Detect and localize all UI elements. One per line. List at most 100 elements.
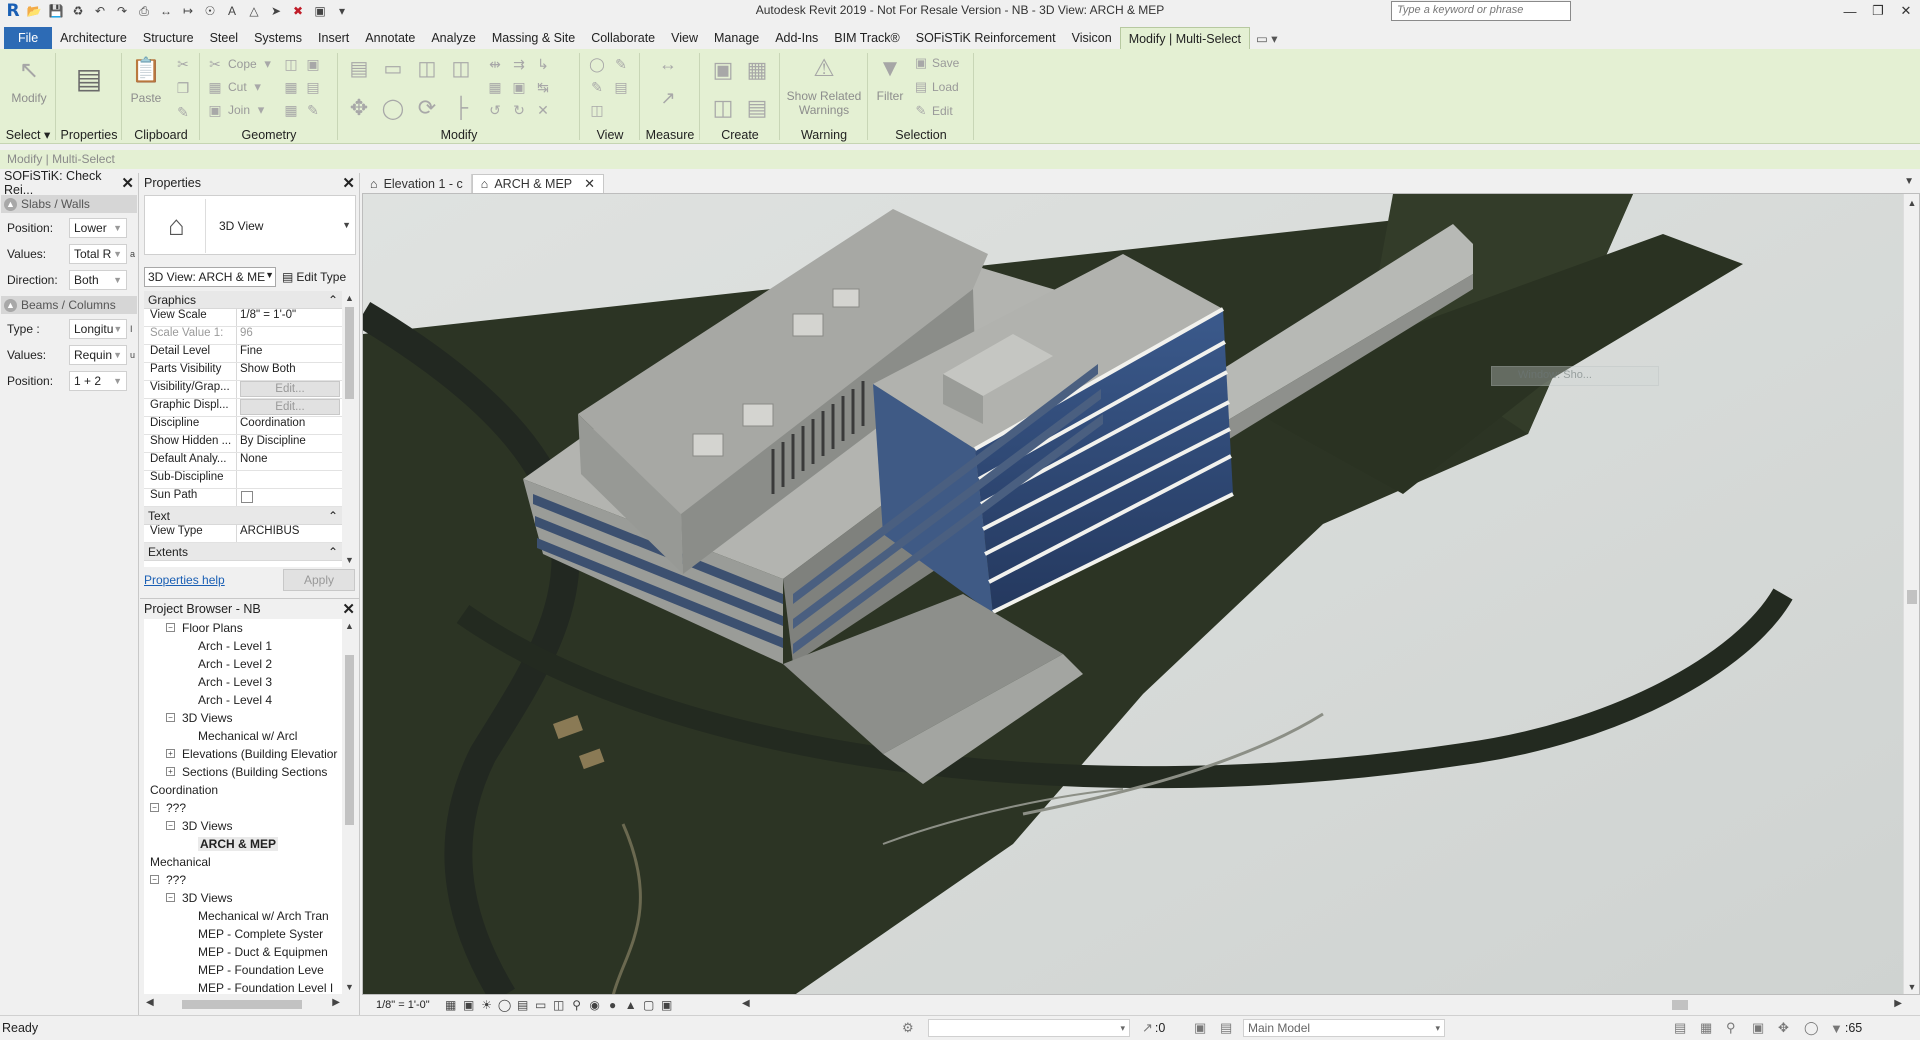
close-sofistik-icon[interactable]: ✕ — [121, 174, 134, 192]
linework-view-icon[interactable]: ✎ — [588, 78, 606, 96]
browser-node[interactable]: −3D Views — [144, 709, 342, 727]
view-tab-arch-mep[interactable]: ⌂ ARCH & MEP ✕ — [471, 174, 605, 193]
mirror-draw-icon[interactable]: ◫ — [448, 55, 474, 81]
values-beam-dropdown[interactable]: Requin ▼ — [69, 345, 127, 365]
3d-viewport[interactable]: Window: Sho... ▲ ▼ — [362, 193, 1920, 995]
temporary-hide-icon[interactable]: ◉ — [586, 998, 604, 1012]
reveal-constraints-icon[interactable]: ▣ — [658, 998, 676, 1012]
browser-node[interactable]: MEP - Duct & Equipmen — [144, 943, 342, 961]
property-row[interactable]: View Scale 1/8" = 1'-0" — [144, 309, 342, 327]
create-group-icon[interactable]: ◫ — [708, 93, 738, 123]
browser-node[interactable]: − Floor Plans — [144, 619, 342, 637]
measure-between-icon[interactable]: ↔ — [648, 54, 688, 74]
design-options-icon[interactable]: ▣ — [1194, 1019, 1206, 1037]
edit-graphic-display-button[interactable]: Edit... — [240, 399, 340, 415]
create-assembly-icon[interactable]: ▣ — [708, 55, 738, 85]
apply-button[interactable]: Apply — [283, 569, 355, 591]
tab-file[interactable]: File — [4, 27, 53, 49]
tab-collaborate[interactable]: Collaborate — [583, 27, 663, 49]
revit-logo-icon[interactable]: R — [4, 1, 22, 21]
collapse-icon[interactable]: − — [166, 821, 175, 830]
paste-button[interactable]: 📋 Paste — [126, 55, 166, 106]
tab-insert[interactable]: Insert — [310, 27, 357, 49]
select-by-face-icon[interactable]: ▣ — [1752, 1019, 1764, 1037]
scroll-right-icon[interactable]: ▶ — [1894, 998, 1902, 1009]
expand-icon[interactable]: + — [166, 767, 175, 776]
tab-systems[interactable]: Systems — [246, 27, 310, 49]
browser-node[interactable]: Mechanical w/ Arcl — [144, 727, 342, 745]
analytical-model-icon[interactable]: ▲ — [622, 998, 640, 1012]
delete-icon[interactable]: ✕ — [534, 101, 552, 119]
show-related-warnings-button[interactable]: ⚠ Show Related Warnings — [784, 53, 864, 118]
building-model-render[interactable] — [363, 194, 1905, 995]
wall-opening-icon[interactable]: ▤ — [304, 78, 322, 96]
save-icon[interactable]: 💾 — [46, 2, 66, 20]
collapse-icon[interactable]: − — [150, 875, 159, 884]
split-icon[interactable]: ⇹ — [486, 55, 504, 73]
demolish-icon[interactable]: ▣ — [304, 55, 322, 73]
active-workset-dropdown[interactable]: ▾ — [928, 1019, 1130, 1037]
edit-selection-button[interactable]: ✎ Edit — [914, 103, 953, 119]
close-hidden-icon[interactable]: ✖ — [288, 2, 308, 20]
render-icon[interactable]: ▤ — [514, 998, 532, 1012]
print-icon[interactable]: ⎙ — [134, 2, 154, 20]
tab-modify-multi-select[interactable]: Modify | Multi-Select — [1119, 27, 1250, 49]
collapse-icon[interactable]: − — [150, 803, 159, 812]
create-similar-icon[interactable]: ▤ — [742, 93, 772, 123]
worksets-icon[interactable]: ⚙ — [902, 1019, 914, 1037]
linework-icon[interactable]: ▦ — [282, 78, 300, 96]
scroll-thumb[interactable] — [345, 307, 354, 399]
unpin-icon[interactable]: ↹ — [534, 78, 552, 96]
text-icon[interactable]: A — [222, 2, 242, 20]
mirror-axis-icon[interactable]: ◫ — [414, 55, 440, 81]
view-scale-button[interactable]: 1/8" = 1'-0" — [362, 999, 442, 1011]
reveal-hidden-icon[interactable]: ● — [604, 998, 622, 1012]
3d-view-icon[interactable]: △ — [244, 2, 264, 20]
move-icon[interactable]: ✥ — [346, 95, 372, 121]
collapse-icon[interactable]: − — [166, 893, 175, 902]
cut-geometry-button[interactable]: Cut ▾ — [228, 79, 265, 95]
type-dropdown[interactable]: Longitu ▼ — [69, 319, 127, 339]
switch-windows-icon[interactable]: ▣ — [310, 2, 330, 20]
browser-node[interactable]: ARCH & MEP — [144, 835, 342, 853]
scroll-thumb[interactable] — [1907, 590, 1917, 604]
tab-visicon[interactable]: Visicon — [1064, 27, 1120, 49]
load-selection-button[interactable]: ▤ Load — [914, 79, 959, 95]
cope-button[interactable]: Cope ▾ — [228, 56, 275, 72]
scroll-thumb[interactable] — [345, 655, 354, 825]
tab-architecture[interactable]: Architecture — [52, 27, 135, 49]
join-button[interactable]: Join ▾ — [228, 102, 268, 118]
expand-icon[interactable]: + — [166, 749, 175, 758]
array-icon[interactable]: ▦ — [486, 78, 504, 96]
search-input[interactable]: Type a keyword or phrase — [1391, 1, 1571, 21]
scroll-up-icon[interactable]: ▲ — [343, 293, 356, 303]
customize-qat-icon[interactable]: ▾ — [332, 2, 352, 20]
pin-icon[interactable]: ↳ — [534, 55, 552, 73]
browser-node[interactable]: MEP - Foundation Level I — [144, 979, 342, 994]
cut-clipboard-icon[interactable]: ✂ — [174, 55, 192, 73]
restore-icon[interactable]: ❐ — [1864, 0, 1892, 22]
tab-analyze[interactable]: Analyze — [423, 27, 483, 49]
edit-type-button[interactable]: ▤ Edit Type — [282, 267, 356, 287]
section-icon[interactable]: ➤ — [266, 2, 286, 20]
select-underlay-icon[interactable]: ▦ — [1700, 1019, 1712, 1037]
scroll-thumb[interactable] — [1672, 1000, 1688, 1010]
sync-icon[interactable]: ♻ — [68, 2, 88, 20]
remove-paint-icon[interactable]: ▦ — [282, 101, 300, 119]
tab-massing-site[interactable]: Massing & Site — [484, 27, 583, 49]
scroll-thumb[interactable] — [182, 1000, 302, 1009]
undo-icon[interactable]: ↶ — [90, 2, 110, 20]
match-type-icon[interactable]: ✎ — [174, 103, 192, 121]
tab-sofistik-reinforcement[interactable]: SOFiSTiK Reinforcement — [908, 27, 1064, 49]
open-icon[interactable]: 📂 — [24, 2, 44, 20]
paint-view-icon[interactable]: ◫ — [588, 101, 606, 119]
instance-selector[interactable]: 3D View: ARCH & ME ▼ — [144, 267, 276, 287]
close-properties-icon[interactable]: ✕ — [342, 174, 355, 192]
cope-icon[interactable]: ✂ — [206, 55, 224, 73]
create-parts-icon[interactable]: ▦ — [742, 55, 772, 85]
browser-node[interactable]: Arch - Level 3 — [144, 673, 342, 691]
background-processes-icon[interactable]: ◯ — [1804, 1019, 1819, 1037]
type-selector[interactable]: ⌂ 3D View ▼ — [144, 195, 356, 255]
group-graphics[interactable]: Graphics ⌃ — [144, 291, 342, 309]
scroll-down-icon[interactable]: ▼ — [343, 982, 356, 992]
